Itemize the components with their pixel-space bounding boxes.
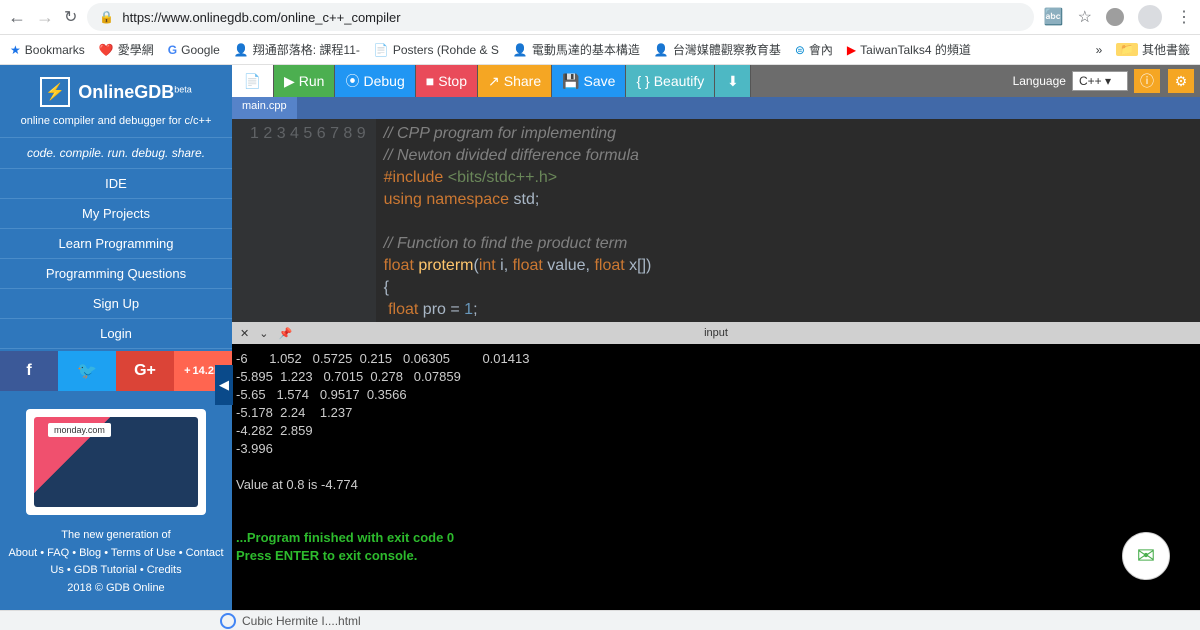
- stop-button[interactable]: ■ Stop: [416, 65, 478, 97]
- editor-area: 📄 ▶ Run ⦿ Debug ■ Stop ↗ Share 💾 Save { …: [232, 65, 1200, 610]
- chat-fab[interactable]: ✉: [1122, 532, 1170, 580]
- ext-icon[interactable]: [1106, 8, 1124, 26]
- bookmark-item[interactable]: GGoogle: [168, 43, 220, 57]
- extension-icons: 🔤 ☆ ⋮: [1044, 5, 1192, 29]
- console-close-icon[interactable]: ✕: [240, 327, 249, 340]
- logo-icon: ⚡: [40, 77, 70, 107]
- browser-toolbar: ← → ↻ 🔒 https://www.onlinegdb.com/online…: [0, 0, 1200, 35]
- nav-projects[interactable]: My Projects: [0, 199, 232, 229]
- console-collapse-icon[interactable]: ⌄: [259, 327, 268, 340]
- bookmarks-bar: ★Bookmarks ❤️愛學網 GGoogle 👤翔通部落格: 課程11- 📄…: [0, 35, 1200, 65]
- bookmark-item[interactable]: ▶TaiwanTalks4 的頻道: [847, 41, 971, 58]
- twitter-button[interactable]: 🐦: [58, 351, 116, 391]
- nav-learn[interactable]: Learn Programming: [0, 229, 232, 259]
- download-item[interactable]: Cubic Hermite I....html: [220, 613, 361, 629]
- reload-button[interactable]: ↻: [64, 7, 77, 27]
- editor-tabs: main.cpp: [232, 97, 1200, 119]
- sidebar-footer: The new generation of About • FAQ • Blog…: [0, 523, 232, 601]
- new-file-button[interactable]: 📄: [232, 65, 274, 97]
- social-row: f 🐦 G+ +14.2K: [0, 351, 232, 391]
- nav-signup[interactable]: Sign Up: [0, 289, 232, 319]
- menu-icon[interactable]: ⋮: [1176, 7, 1192, 27]
- bookmarks-menu[interactable]: ★Bookmarks: [10, 43, 85, 57]
- facebook-button[interactable]: f: [0, 351, 58, 391]
- forward-button[interactable]: →: [36, 7, 54, 28]
- code-content[interactable]: // CPP program for implementing // Newto…: [376, 119, 660, 322]
- share-button[interactable]: ↗ Share: [478, 65, 552, 97]
- chrome-icon: [220, 613, 236, 629]
- sidebar: ⚡ OnlineGDBbeta online compiler and debu…: [0, 65, 232, 610]
- info-button[interactable]: ⓘ: [1134, 69, 1160, 93]
- bookmark-item[interactable]: 👤翔通部落格: 課程11-: [234, 41, 360, 58]
- back-button[interactable]: ←: [8, 7, 26, 28]
- sidebar-nav: IDE My Projects Learn Programming Progra…: [0, 169, 232, 349]
- bookmark-item[interactable]: 👤電動馬達的基本構造: [513, 41, 640, 58]
- lock-icon: 🔒: [99, 10, 114, 24]
- translate-icon[interactable]: 🔤: [1044, 7, 1064, 27]
- bookmark-item[interactable]: 👤台灣媒體觀察教育基: [654, 41, 781, 58]
- ad-label: monday.com: [48, 423, 111, 437]
- tab-main[interactable]: main.cpp: [232, 97, 297, 119]
- language-label: Language: [1013, 74, 1066, 88]
- console-pin-icon[interactable]: 📌: [278, 327, 292, 340]
- run-button[interactable]: ▶ Run: [274, 65, 335, 97]
- code-editor[interactable]: 1 2 3 4 5 6 7 8 9 // CPP program for imp…: [232, 119, 1200, 322]
- console-bar: ✕ ⌄ 📌 input: [232, 322, 1200, 344]
- line-gutter: 1 2 3 4 5 6 7 8 9: [232, 119, 376, 322]
- toolbar: 📄 ▶ Run ⦿ Debug ■ Stop ↗ Share 💾 Save { …: [232, 65, 1200, 97]
- logo-text: OnlineGDB: [78, 82, 174, 102]
- other-bookmarks-folder[interactable]: 📁其他書籤: [1116, 41, 1190, 58]
- googleplus-button[interactable]: G+: [116, 351, 174, 391]
- address-bar[interactable]: 🔒 https://www.onlinegdb.com/online_c++_c…: [87, 3, 1033, 31]
- logo: ⚡ OnlineGDBbeta: [0, 65, 232, 113]
- collapse-sidebar-button[interactable]: ◀: [215, 365, 233, 405]
- nav-questions[interactable]: Programming Questions: [0, 259, 232, 289]
- debug-button[interactable]: ⦿ Debug: [335, 65, 415, 97]
- beautify-button[interactable]: { } Beautify: [626, 65, 715, 97]
- copyright: 2018 © GDB Online: [8, 580, 224, 598]
- bookmark-item[interactable]: ❤️愛學網: [99, 41, 154, 58]
- console-output[interactable]: -6 1.052 0.5725 0.215 0.06305 0.01413 -5…: [232, 344, 1200, 610]
- language-select[interactable]: C++ ▾: [1072, 71, 1128, 91]
- bookmark-item[interactable]: ⊜會內: [795, 41, 833, 58]
- profile-avatar[interactable]: [1138, 5, 1162, 29]
- settings-button[interactable]: ⚙: [1168, 69, 1194, 93]
- console-title: input: [704, 327, 728, 339]
- ad-banner[interactable]: monday.com: [26, 409, 206, 515]
- tagline: code. compile. run. debug. share.: [0, 137, 232, 169]
- subtitle: online compiler and debugger for c/c++: [0, 113, 232, 137]
- star-icon[interactable]: ☆: [1078, 7, 1092, 27]
- nav-login[interactable]: Login: [0, 319, 232, 349]
- nav-ide[interactable]: IDE: [0, 169, 232, 199]
- download-button[interactable]: ⬇: [715, 65, 751, 97]
- save-button[interactable]: 💾 Save: [552, 65, 626, 97]
- footer-links[interactable]: About • FAQ • Blog • Terms of Use • Cont…: [8, 547, 223, 577]
- bookmarks-overflow[interactable]: »: [1096, 43, 1103, 57]
- beta-badge: beta: [174, 84, 192, 94]
- downloads-bar: Cubic Hermite I....html: [0, 610, 1200, 630]
- url-text: https://www.onlinegdb.com/online_c++_com…: [122, 10, 400, 25]
- bookmark-item[interactable]: 📄Posters (Rohde & S: [374, 43, 499, 57]
